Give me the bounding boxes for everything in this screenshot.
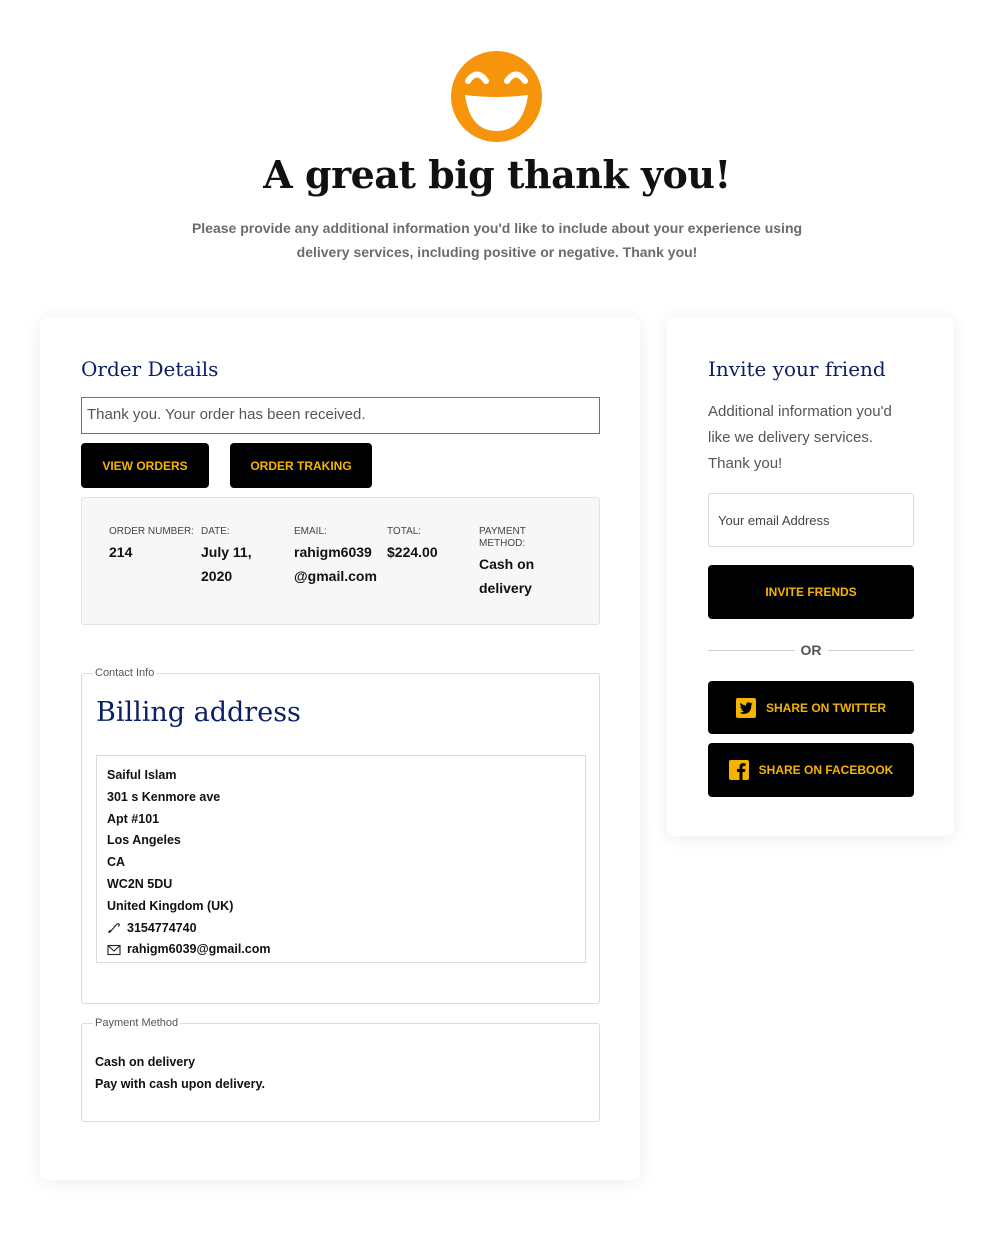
page-title: A great big thank you! — [263, 152, 731, 197]
order-received-notice: Thank you. Your order has been received. — [81, 397, 600, 434]
or-divider: OR — [708, 640, 914, 660]
billing-city: Los Angeles — [107, 833, 181, 848]
contact-info-legend: Contact Info — [95, 667, 155, 679]
order-number-value: 214 — [109, 544, 133, 560]
billing-country: United Kingdom (UK) — [107, 898, 234, 913]
order-details-title: Order Details — [81, 357, 219, 381]
payment-method-note: Pay with cash upon delivery. — [95, 1077, 265, 1091]
invite-title: Invite your friend — [708, 357, 886, 381]
order-tracking-button[interactable]: ORDER TRAKING — [230, 443, 372, 488]
billing-address: Saiful Islam 301 s Kenmore ave Apt #101 … — [96, 755, 586, 963]
share-twitter-label: SHARE ON TWITTER — [766, 700, 886, 715]
billing-name: Saiful Islam — [107, 768, 177, 782]
invite-friend-card: Invite your friend Additional informatio… — [667, 317, 954, 836]
order-payment-method: PAYMENT METHOD: Cash on delivery — [479, 526, 554, 600]
billing-address-title: Billing address — [96, 697, 301, 728]
order-number-label: ORDER NUMBER: — [109, 526, 195, 537]
payment-method-legend: Payment Method — [95, 1017, 179, 1029]
billing-email: rahigm6039@gmail.com — [127, 942, 271, 957]
payment-method-value: Cash on delivery — [479, 556, 535, 596]
order-email-value: rahigm6039@gmail.com — [294, 544, 377, 584]
billing-email-row: rahigm6039@gmail.com — [107, 939, 575, 961]
payment-method-section: Payment Method Cash on delivery Pay with… — [81, 1017, 600, 1122]
billing-phone-row: 3154774740 — [107, 918, 575, 940]
share-facebook-label: SHARE ON FACEBOOK — [758, 763, 894, 777]
invite-text: Additional information you'd like we del… — [708, 403, 892, 472]
divider-line-right — [827, 649, 914, 651]
order-date-value: July 11, 2020 — [201, 544, 252, 584]
order-summary: ORDER NUMBER: 214 DATE: July 11, 2020 EM… — [81, 497, 600, 625]
invite-friends-button[interactable]: INVITE FRENDS — [708, 565, 914, 619]
order-total-label: TOTAL: — [387, 526, 422, 537]
invite-email-input[interactable] — [708, 493, 914, 547]
grinning-face-icon — [451, 51, 542, 142]
billing-phone: 3154774740 — [127, 920, 197, 935]
payment-method-details: Cash on delivery Pay with cash upon deli… — [95, 1051, 265, 1095]
view-orders-button[interactable]: VIEW ORDERS — [81, 443, 209, 488]
order-number: ORDER NUMBER: 214 — [109, 526, 199, 564]
order-date: DATE: July 11, 2020 — [201, 526, 281, 588]
billing-apt: Apt #101 — [107, 811, 160, 826]
billing-state: CA — [107, 855, 126, 870]
order-email: EMAIL: rahigm6039@gmail.com — [294, 526, 384, 588]
payment-method-label: PAYMENT METHOD: — [479, 526, 526, 549]
share-twitter-button[interactable]: SHARE ON TWITTER — [708, 681, 914, 734]
facebook-icon — [728, 760, 749, 780]
share-facebook-button[interactable]: SHARE ON FACEBOOK — [708, 743, 914, 797]
order-details-card: Order Details Thank you. Your order has … — [40, 317, 640, 1180]
contact-info-section: Contact Info Billing address Saiful Isla… — [81, 667, 600, 1004]
order-total-value: $224.00 — [387, 544, 438, 560]
twitter-icon — [736, 697, 756, 718]
page-subtitle: Please provide any additional informatio… — [191, 220, 803, 260]
phone-icon — [108, 923, 121, 934]
or-text: OR — [800, 642, 822, 658]
order-total: TOTAL: $224.00 — [387, 526, 477, 564]
billing-street: 301 s Kenmore ave — [107, 789, 221, 804]
payment-method-name: Cash on delivery — [95, 1055, 196, 1069]
order-email-label: EMAIL: — [294, 526, 327, 537]
billing-postcode: WC2N 5DU — [107, 876, 173, 891]
divider-line-left — [708, 649, 795, 651]
order-date-label: DATE: — [201, 526, 230, 537]
envelope-icon — [107, 945, 121, 956]
